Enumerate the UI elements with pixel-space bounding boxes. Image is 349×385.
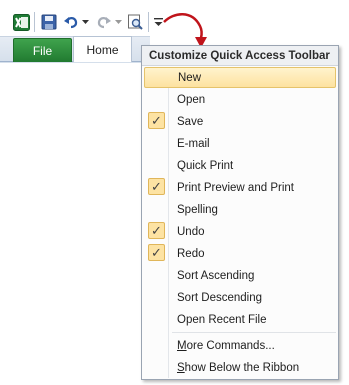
toolbar-separator	[34, 12, 35, 32]
menu-item-label: More Commands...	[177, 339, 275, 352]
redo-icon[interactable]	[95, 12, 113, 32]
menu-item-open[interactable]: Open	[144, 89, 336, 110]
toolbar-separator	[148, 12, 149, 32]
tab-file[interactable]: File	[13, 38, 72, 62]
checkmark-icon: ✓	[148, 244, 165, 261]
menu-item-label: New	[178, 71, 202, 84]
menu-item-undo[interactable]: ✓ Undo	[144, 221, 336, 242]
menu-item-open-recent-file[interactable]: Open Recent File	[144, 309, 336, 330]
menu-item-redo[interactable]: ✓ Redo	[144, 243, 336, 264]
menu-item-spelling[interactable]: Spelling	[144, 199, 336, 220]
menu-item-label: Sort Descending	[177, 291, 263, 304]
menu-item-email[interactable]: E-mail	[144, 133, 336, 154]
menu-separator	[172, 332, 336, 333]
menu-item-sort-descending[interactable]: Sort Descending	[144, 287, 336, 308]
menu-item-label: Print Preview and Print	[177, 181, 294, 194]
checkmark-icon: ✓	[148, 222, 165, 239]
menu-item-print-preview[interactable]: ✓ Print Preview and Print	[144, 177, 336, 198]
menu-item-label: E-mail	[177, 137, 210, 150]
menu-item-label: Spelling	[177, 203, 218, 216]
menu-item-more-commands[interactable]: More Commands...	[144, 335, 336, 356]
tab-home[interactable]: Home	[73, 36, 132, 62]
undo-icon[interactable]	[62, 12, 80, 32]
menu-item-label: Show Below the Ribbon	[177, 361, 300, 374]
menu-item-save[interactable]: ✓ Save	[144, 111, 336, 132]
excel-logo-icon[interactable]	[12, 12, 30, 32]
menu-item-sort-ascending[interactable]: Sort Ascending	[144, 265, 336, 286]
menu-item-label: Open Recent File	[177, 313, 267, 326]
save-icon[interactable]	[40, 12, 58, 32]
menu-item-label: Redo	[177, 247, 205, 260]
checkmark-icon: ✓	[148, 178, 165, 195]
menu-item-label: Quick Print	[177, 159, 234, 172]
menu-item-new[interactable]: New	[144, 67, 336, 88]
checkmark-icon: ✓	[148, 112, 165, 129]
menu-item-show-below-ribbon[interactable]: Show Below the Ribbon	[144, 357, 336, 378]
menu-title: Customize Quick Access Toolbar	[142, 46, 338, 66]
menu-item-label: Save	[177, 115, 204, 128]
menu-item-label: Open	[177, 93, 206, 106]
customize-qat-menu: Customize Quick Access Toolbar New Open …	[141, 45, 339, 380]
menu-item-quick-print[interactable]: Quick Print	[144, 155, 336, 176]
menu-item-label: Undo	[177, 225, 205, 238]
redo-dropdown-arrow-icon[interactable]	[114, 12, 122, 32]
menu-item-label: Sort Ascending	[177, 269, 255, 282]
print-preview-icon[interactable]	[126, 12, 144, 32]
undo-dropdown-arrow-icon[interactable]	[81, 12, 89, 32]
